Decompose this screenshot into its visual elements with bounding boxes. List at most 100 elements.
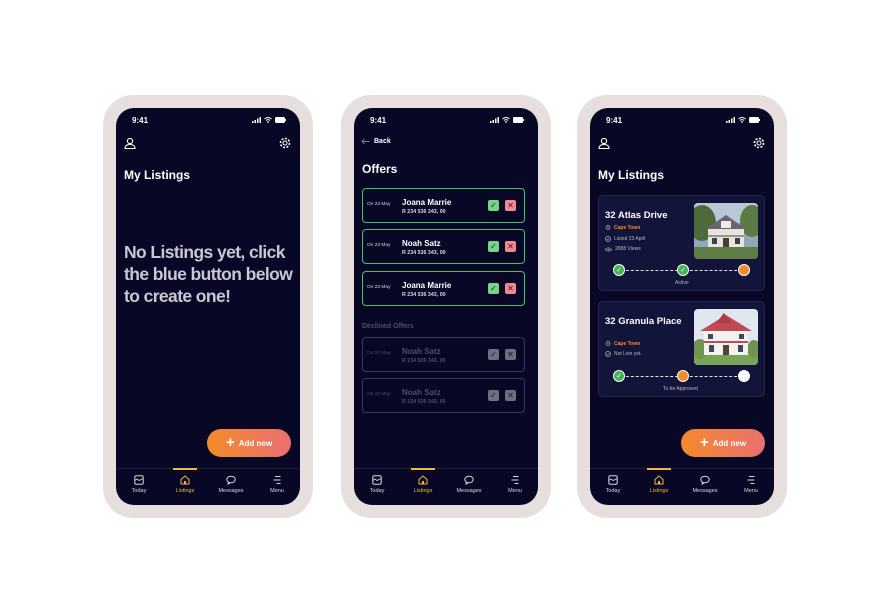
settings-gear-icon[interactable] bbox=[752, 136, 766, 150]
offer-card: On 23 May Joana Marrie R 234 536 343, 00… bbox=[362, 188, 525, 223]
check-circle-icon bbox=[605, 351, 611, 357]
offer-amount: R 234 536 343, 00 bbox=[402, 399, 446, 405]
listing-card[interactable]: 32 Atlas Drive Cape Town Listed 23 April… bbox=[598, 195, 765, 291]
empty-state-message: No Listings yet, click the blue button b… bbox=[124, 242, 293, 306]
tab-menu[interactable]: Menu bbox=[731, 469, 771, 505]
step-pending-icon bbox=[738, 264, 750, 276]
accept-check-icon[interactable]: ✓ bbox=[488, 283, 499, 294]
tab-listings[interactable]: Listings bbox=[165, 468, 205, 505]
offer-amount: R 234 536 343, 00 bbox=[402, 292, 446, 298]
tab-messages-label: Messages bbox=[456, 488, 482, 494]
decline-x-icon[interactable]: ✕ bbox=[505, 241, 516, 252]
wifi-icon bbox=[264, 117, 272, 123]
profile-icon[interactable] bbox=[597, 136, 611, 150]
offer-date: On 23 May bbox=[367, 351, 391, 356]
listing-card[interactable]: 32 Granula Place Cape Town Not Live yet. bbox=[598, 301, 765, 397]
screen: 9:41 Back Offers On 23 May Joana Marrie … bbox=[354, 108, 538, 505]
tab-bar: Today Listings Messages Menu bbox=[354, 468, 538, 505]
wifi-icon bbox=[738, 117, 746, 123]
status-time: 9:41 bbox=[606, 116, 623, 125]
screen: 9:41 My Listings No Listings yet, click … bbox=[116, 108, 300, 505]
tab-listings-label: Listings bbox=[413, 488, 433, 494]
listing-stage-label: Active bbox=[675, 280, 689, 286]
listing-views: 2888 Views bbox=[605, 246, 641, 252]
tab-messages[interactable]: Messages bbox=[685, 469, 725, 505]
offer-name: Joana Marrie bbox=[402, 198, 452, 207]
tab-today[interactable]: Today bbox=[119, 469, 159, 505]
step-complete-icon bbox=[677, 264, 689, 276]
decline-x-icon[interactable]: ✕ bbox=[505, 390, 516, 401]
battery-icon bbox=[513, 117, 524, 123]
offer-date: On 23 May bbox=[367, 243, 391, 248]
plus-icon: + bbox=[699, 434, 709, 451]
offer-name: Joana Marrie bbox=[402, 281, 452, 290]
add-new-button[interactable]: + Add new bbox=[681, 429, 765, 457]
tab-messages[interactable]: Messages bbox=[211, 469, 251, 505]
decline-x-icon[interactable]: ✕ bbox=[505, 283, 516, 294]
decline-x-icon[interactable]: ✕ bbox=[505, 349, 516, 360]
listing-city-text: Cape Town bbox=[614, 341, 641, 347]
phone-my-listings: 9:41 My Listings 32 Atlas Drive Cape Tow… bbox=[577, 95, 787, 518]
home-icon bbox=[418, 475, 428, 485]
listing-date: Listed 23 April bbox=[605, 236, 645, 242]
accept-check-icon[interactable]: ✓ bbox=[488, 200, 499, 211]
eye-icon bbox=[605, 246, 612, 252]
tab-listings[interactable]: Listings bbox=[403, 468, 443, 505]
accept-check-icon[interactable]: ✓ bbox=[488, 349, 499, 360]
back-button[interactable]: Back bbox=[361, 138, 391, 145]
step-upcoming-icon bbox=[738, 370, 750, 382]
listing-address: 32 Granula Place bbox=[605, 316, 682, 327]
listing-date-text: Listed 23 April bbox=[614, 236, 646, 242]
tab-today[interactable]: Today bbox=[357, 469, 397, 505]
profile-icon[interactable] bbox=[123, 136, 137, 150]
tab-menu[interactable]: Menu bbox=[257, 469, 297, 505]
listing-stage-label: To be Approved bbox=[663, 386, 698, 392]
offer-amount: R 234 536 343, 00 bbox=[402, 358, 446, 364]
declined-offer-card: On 23 May Noah Satz R 234 536 343, 00 ✓ … bbox=[362, 337, 525, 372]
listing-date-text: Not Live yet. bbox=[614, 351, 642, 357]
today-icon bbox=[134, 475, 144, 485]
tab-today[interactable]: Today bbox=[593, 469, 633, 505]
tab-listings-label: Listings bbox=[649, 488, 669, 494]
screen: 9:41 My Listings 32 Atlas Drive Cape Tow… bbox=[590, 108, 774, 505]
listing-address: 32 Atlas Drive bbox=[605, 210, 668, 221]
add-new-label: Add new bbox=[712, 438, 747, 448]
tab-bar: Today Listings Messages Menu bbox=[116, 468, 300, 505]
home-icon bbox=[180, 475, 190, 485]
decline-x-icon[interactable]: ✕ bbox=[505, 200, 516, 211]
signal-icon bbox=[252, 117, 261, 123]
add-new-button[interactable]: + Add new bbox=[207, 429, 291, 457]
settings-gear-icon[interactable] bbox=[278, 136, 292, 150]
tab-today-label: Today bbox=[605, 488, 621, 494]
house-photo bbox=[694, 203, 758, 259]
listing-city: Cape Town bbox=[605, 341, 640, 347]
listing-progress bbox=[613, 370, 750, 384]
add-new-label: Add new bbox=[238, 438, 273, 448]
status-bar: 9:41 bbox=[606, 116, 760, 128]
tab-messages-label: Messages bbox=[692, 488, 718, 494]
tab-messages[interactable]: Messages bbox=[449, 469, 489, 505]
tab-bar: Today Listings Messages Menu bbox=[590, 468, 774, 505]
offer-amount: R 234 536 343, 00 bbox=[402, 250, 446, 256]
step-current-icon bbox=[677, 370, 689, 382]
tab-today-label: Today bbox=[131, 488, 147, 494]
offer-amount: R 234 536 343, 00 bbox=[402, 209, 446, 215]
tab-menu-label: Menu bbox=[744, 488, 758, 494]
menu-icon bbox=[273, 476, 281, 484]
status-time: 9:41 bbox=[132, 116, 149, 125]
page-title: Offers bbox=[362, 162, 398, 176]
arrow-left-icon bbox=[361, 138, 370, 145]
signal-icon bbox=[490, 117, 499, 123]
battery-icon bbox=[275, 117, 286, 123]
offer-name: Noah Satz bbox=[402, 239, 441, 248]
chat-icon bbox=[700, 475, 710, 485]
accept-check-icon[interactable]: ✓ bbox=[488, 390, 499, 401]
accept-check-icon[interactable]: ✓ bbox=[488, 241, 499, 252]
plus-icon: + bbox=[225, 434, 235, 451]
declined-offer-card: On 23 May Noah Satz R 234 536 343, 00 ✓ … bbox=[362, 378, 525, 413]
declined-offers-heading: Declined Offers bbox=[362, 323, 414, 330]
page-title: My Listings bbox=[598, 168, 665, 182]
tab-menu[interactable]: Menu bbox=[495, 469, 535, 505]
tab-listings[interactable]: Listings bbox=[639, 468, 679, 505]
menu-icon bbox=[511, 476, 519, 484]
